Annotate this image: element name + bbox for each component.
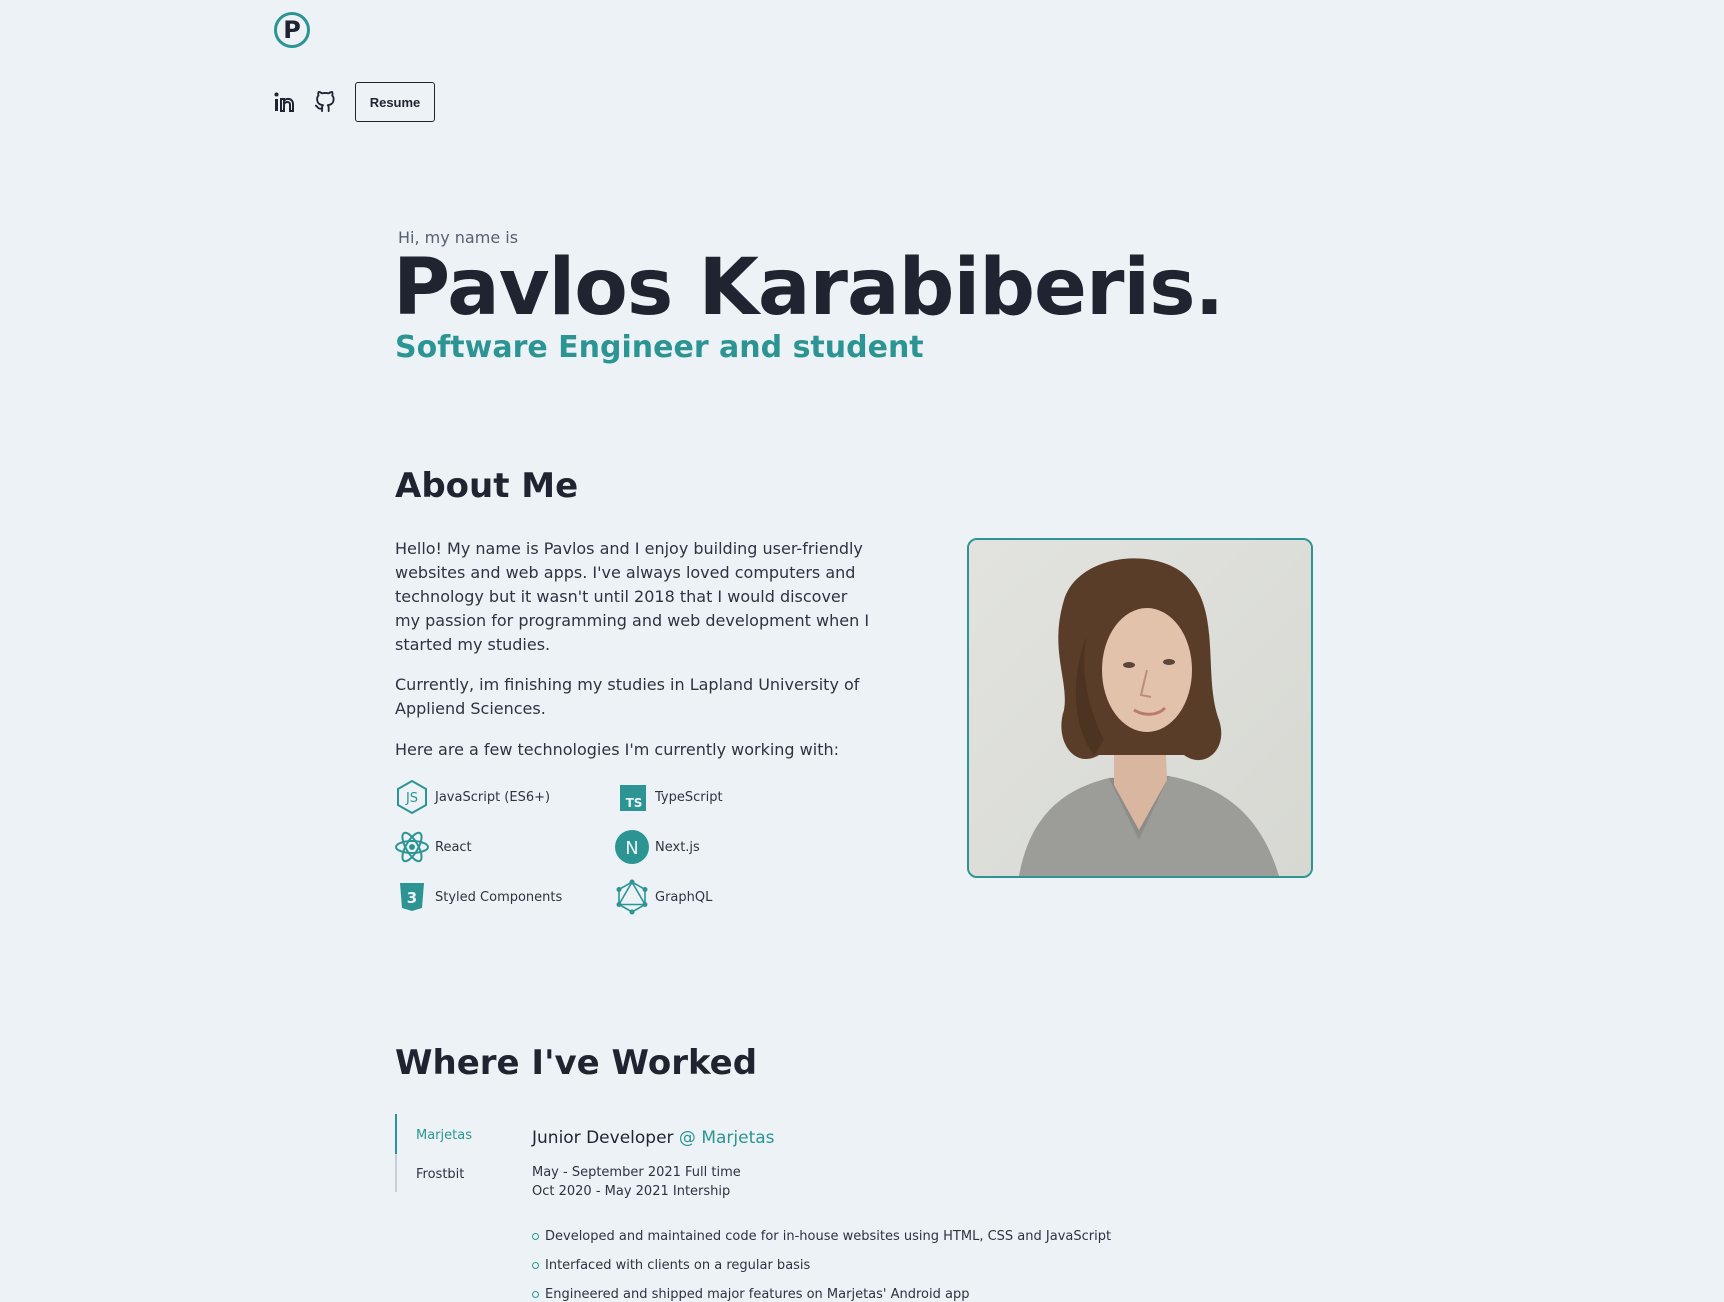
linkedin-icon [274, 92, 294, 112]
svg-text:3: 3 [407, 889, 417, 907]
job-bullet-text: Engineered and shipped major features on… [545, 1287, 970, 1302]
job-bullet: Interfaced with clients on a regular bas… [532, 1258, 810, 1273]
tab-frostbit[interactable]: Frostbit [416, 1167, 464, 1182]
site-logo[interactable]: P [274, 12, 310, 48]
tech-label: GraphQL [655, 889, 713, 905]
tech-item-graphql: GraphQL [613, 878, 712, 916]
svg-text:N: N [625, 838, 638, 859]
css3-icon: 3 [393, 878, 431, 916]
about-paragraph-2: Currently, im finishing my studies in La… [395, 675, 860, 718]
react-icon [393, 828, 431, 866]
job-date-2: Oct 2020 - May 2021 Intership [532, 1184, 731, 1199]
tech-label: JavaScript (ES6+) [435, 789, 551, 805]
portrait-image [969, 540, 1311, 876]
job-bullet-text: Interfaced with clients on a regular bas… [545, 1258, 811, 1273]
tech-item-javascript: JS JavaScript (ES6+) [393, 778, 550, 816]
graphql-icon [613, 878, 651, 916]
tech-item-react: React [393, 828, 472, 866]
hero-name: Pavlos Karabiberis. [393, 243, 1224, 333]
about-title: About Me [395, 466, 579, 506]
hero-role: Software Engineer and student [395, 330, 924, 365]
job-title: Junior Developer [532, 1128, 674, 1148]
job-bullet: Engineered and shipped major features on… [532, 1287, 969, 1302]
tab-active-indicator [395, 1114, 397, 1154]
tab-marjetas[interactable]: Marjetas [416, 1128, 472, 1143]
github-icon [314, 91, 335, 113]
nextjs-icon: N [613, 828, 651, 866]
about-paragraph-1: Hello! My name is Pavlos and I enjoy bui… [395, 539, 870, 654]
tech-item-nextjs: N Next.js [613, 828, 700, 866]
typescript-icon: TS [613, 778, 651, 816]
tech-item-typescript: TS TypeScript [613, 778, 723, 816]
bullet-icon [532, 1262, 539, 1269]
job-bullet-text: Developed and maintained code for in-hou… [545, 1229, 1112, 1244]
svg-text:JS: JS [405, 791, 418, 806]
resume-button[interactable]: Resume [355, 82, 435, 122]
bullet-icon [532, 1233, 539, 1240]
job-date-1: May - September 2021 Full time [532, 1165, 741, 1180]
tech-label: Styled Components [435, 889, 563, 905]
tech-label: Next.js [655, 839, 700, 855]
javascript-icon: JS [393, 778, 431, 816]
logo-letter: P [283, 16, 301, 44]
tech-item-styled-components: 3 Styled Components [393, 878, 562, 916]
job-heading: Junior Developer @ Marjetas [532, 1128, 775, 1148]
job-company-link[interactable]: @ Marjetas [679, 1128, 775, 1148]
linkedin-link[interactable] [273, 90, 297, 114]
github-link[interactable] [313, 90, 337, 114]
bullet-icon [532, 1291, 539, 1298]
job-bullet: Developed and maintained code for in-hou… [532, 1229, 1111, 1244]
tech-label: React [435, 839, 472, 855]
tech-label: TypeScript [655, 789, 723, 805]
profile-photo [967, 538, 1313, 878]
work-title: Where I've Worked [395, 1043, 758, 1083]
about-paragraph-3: Here are a few technologies I'm currentl… [395, 740, 840, 759]
svg-text:TS: TS [626, 796, 643, 810]
